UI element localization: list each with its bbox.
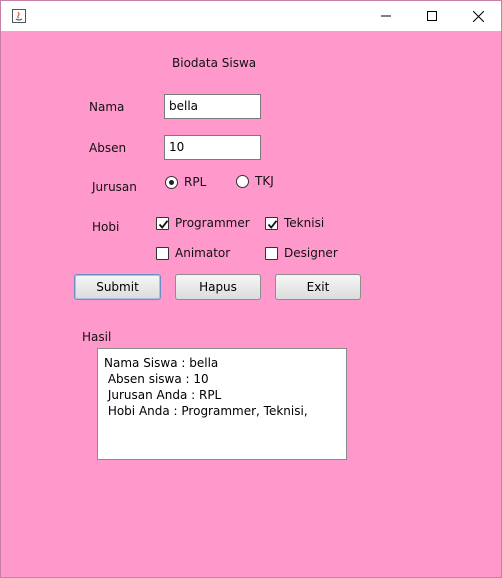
maximize-button[interactable] xyxy=(409,1,455,31)
hasil-line: Nama Siswa : bella xyxy=(104,356,219,370)
close-button[interactable] xyxy=(455,1,501,31)
checkbox-unchecked-icon xyxy=(265,246,278,260)
checkbox-unchecked-icon xyxy=(156,246,169,260)
submit-button[interactable]: Submit xyxy=(74,274,161,300)
app-window: Biodata Siswa Nama bella Absen 10 Jurusa… xyxy=(0,0,502,578)
checkbox-checked-icon xyxy=(156,216,169,230)
hasil-line: Jurusan Anda : RPL xyxy=(104,388,222,402)
hobi-label: Hobi xyxy=(92,220,120,234)
checkbox-animator[interactable]: Animator xyxy=(156,246,230,260)
nama-input[interactable]: bella xyxy=(164,94,261,119)
checkbox-programmer-label: Programmer xyxy=(175,216,250,230)
checkbox-checked-icon xyxy=(265,216,278,230)
checkbox-designer-label: Designer xyxy=(284,246,338,260)
minimize-button[interactable] xyxy=(363,1,409,31)
form-heading: Biodata Siswa xyxy=(172,56,257,70)
radio-tkj[interactable]: TKJ xyxy=(236,174,274,188)
nama-label: Nama xyxy=(89,100,125,114)
absen-input[interactable]: 10 xyxy=(164,135,261,160)
checkbox-animator-label: Animator xyxy=(175,246,231,260)
radio-unselected-icon xyxy=(236,174,249,188)
java-icon xyxy=(11,8,27,24)
radio-rpl-label: RPL xyxy=(184,175,207,189)
hasil-line: Absen siswa : 10 xyxy=(104,372,209,386)
checkbox-designer[interactable]: Designer xyxy=(265,246,338,260)
hasil-textarea[interactable]: Nama Siswa : bella Absen siswa : 10 Juru… xyxy=(97,348,347,460)
exit-button[interactable]: Exit xyxy=(275,274,361,300)
checkbox-teknisi-label: Teknisi xyxy=(284,216,325,230)
hapus-button[interactable]: Hapus xyxy=(175,274,261,300)
form-panel: Biodata Siswa Nama bella Absen 10 Jurusa… xyxy=(1,31,501,577)
absen-label: Absen xyxy=(89,141,127,155)
maximize-icon xyxy=(427,11,437,21)
hasil-line: Hobi Anda : Programmer, Teknisi, xyxy=(104,404,308,418)
radio-tkj-label: TKJ xyxy=(255,174,274,188)
jurusan-label: Jurusan xyxy=(92,180,137,194)
minimize-icon xyxy=(381,11,391,21)
checkbox-programmer[interactable]: Programmer xyxy=(156,216,250,230)
close-icon xyxy=(472,10,484,22)
checkbox-teknisi[interactable]: Teknisi xyxy=(265,216,324,230)
title-bar[interactable] xyxy=(1,1,501,31)
hasil-label: Hasil xyxy=(82,330,112,344)
radio-selected-icon xyxy=(165,175,178,189)
radio-rpl[interactable]: RPL xyxy=(165,175,206,189)
